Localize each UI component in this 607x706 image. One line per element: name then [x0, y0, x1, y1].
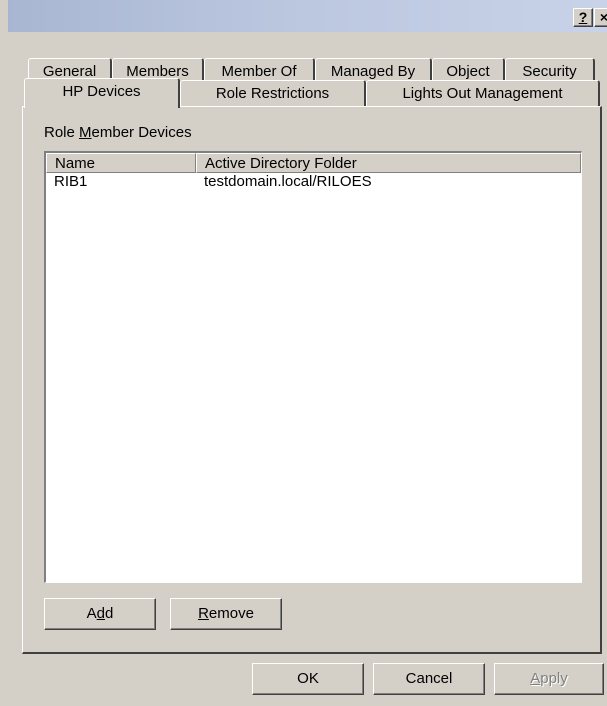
column-header-ad-folder[interactable]: Active Directory Folder — [196, 153, 581, 173]
list-header: Name Active Directory Folder — [46, 153, 581, 173]
close-button[interactable]: × — [594, 8, 607, 27]
title-bar: ? × — [8, 0, 607, 32]
tab-lights-out-management[interactable]: Lights Out Management — [366, 80, 600, 106]
list-item-name: RIB1 — [54, 173, 88, 190]
list-item[interactable]: RIB1 testdomain.local/RILOES — [46, 173, 581, 191]
tab-hp-devices[interactable]: HP Devices — [24, 78, 180, 108]
role-member-devices-list[interactable]: Name Active Directory Folder RIB1 testdo… — [44, 151, 582, 583]
apply-button[interactable]: Apply — [494, 663, 604, 695]
tab-row-front: HP Devices Role Restrictions Lights Out … — [24, 78, 600, 108]
column-header-name[interactable]: Name — [46, 153, 196, 173]
tab-role-restrictions[interactable]: Role Restrictions — [180, 80, 366, 106]
list-item-folder: testdomain.local/RILOES — [204, 173, 372, 190]
remove-button[interactable]: Remove — [170, 598, 282, 630]
help-button[interactable]: ? — [573, 8, 593, 27]
ok-button[interactable]: OK — [252, 663, 364, 695]
add-button[interactable]: Add — [44, 598, 156, 630]
cancel-button[interactable]: Cancel — [373, 663, 485, 695]
role-member-devices-label: Role Member Devices — [44, 124, 192, 141]
